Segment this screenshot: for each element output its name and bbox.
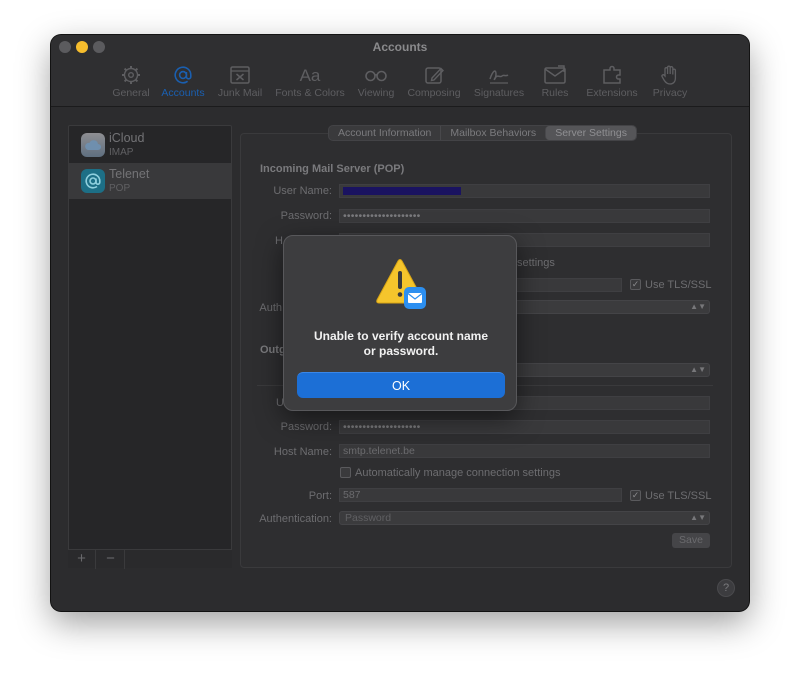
at-icon xyxy=(174,66,192,84)
toolbar-fonts-colors[interactable]: Aa Fonts & Colors xyxy=(272,64,348,104)
incoming-section-title: Incoming Mail Server (POP) xyxy=(260,163,405,175)
toolbar-accounts-label: Accounts xyxy=(161,87,205,99)
account-name: Telenet xyxy=(109,167,150,181)
toolbar-privacy[interactable]: Privacy xyxy=(648,64,692,104)
incoming-tls-label: Use TLS/SSL xyxy=(645,279,712,291)
accounts-sidebar: iCloud IMAP Telenet POP xyxy=(68,125,232,568)
toolbar-accounts[interactable]: Accounts xyxy=(158,64,208,104)
window-title: Accounts xyxy=(372,40,428,54)
outgoing-auto-manage-checkbox[interactable] xyxy=(340,467,351,478)
glasses-icon xyxy=(365,70,387,82)
incoming-auth-label: Auth xyxy=(259,302,282,314)
account-name: iCloud xyxy=(109,131,145,145)
junk-icon xyxy=(230,66,250,84)
outgoing-port-label: Port: xyxy=(308,490,332,502)
incoming-tls-checkbox[interactable]: ✓ xyxy=(630,279,641,290)
fonts-icon: Aa xyxy=(300,66,321,85)
incoming-password-field[interactable]: •••••••••••••••••••• xyxy=(339,209,710,223)
svg-text:Aa: Aa xyxy=(300,66,321,85)
outgoing-password-label: Password: xyxy=(280,421,332,433)
rules-icon xyxy=(544,65,566,84)
toolbar-viewing-label: Viewing xyxy=(357,87,395,99)
at-icon xyxy=(81,169,105,193)
outgoing-section-title: Outg xyxy=(260,344,286,356)
signature-icon xyxy=(489,70,509,84)
toolbar-privacy-label: Privacy xyxy=(652,87,688,99)
warning-mail-icon xyxy=(376,259,426,309)
outgoing-auto-manage-label: Automatically manage connection settings xyxy=(355,467,561,479)
incoming-auto-manage-label: settings xyxy=(517,257,555,269)
outgoing-password-field[interactable]: •••••••••••••••••••• xyxy=(339,420,710,434)
toolbar-extensions-label: Extensions xyxy=(586,87,638,99)
outgoing-host-field[interactable]: smtp.telenet.be xyxy=(339,444,710,458)
tab-account-information[interactable]: Account Information xyxy=(329,126,440,140)
help-button[interactable]: ? xyxy=(717,579,735,597)
outgoing-host-label: Host Name: xyxy=(273,446,332,458)
sidebar-account-icloud[interactable]: iCloud IMAP xyxy=(69,127,231,163)
alert-message-line-1: Unable to verify account name xyxy=(313,329,489,343)
error-alert-dialog: Unable to verify account name or passwor… xyxy=(283,235,517,411)
tab-server-settings[interactable]: Server Settings xyxy=(545,126,636,140)
sidebar-toolbar: + − xyxy=(68,549,232,569)
outgoing-user-name-label: U xyxy=(276,397,284,409)
incoming-user-name-label: User Name: xyxy=(273,185,332,197)
incoming-password-label: Password: xyxy=(280,210,332,222)
alert-message: Unable to verify account name or passwor… xyxy=(294,329,508,359)
account-type: IMAP xyxy=(109,147,134,158)
toolbar-composing[interactable]: Composing xyxy=(405,64,463,104)
account-type: POP xyxy=(109,183,131,194)
alert-message-line-2: or password. xyxy=(363,344,439,358)
outgoing-tls-checkbox[interactable]: ✓ xyxy=(630,490,641,501)
add-account-button[interactable]: + xyxy=(68,550,96,569)
tab-bar: Account Information Mailbox Behaviors Se… xyxy=(328,125,637,141)
outgoing-port-field[interactable]: 587 xyxy=(339,488,622,502)
toolbar-general[interactable]: General xyxy=(111,64,151,104)
titlebar: Accounts General Accounts Junk Mail Aa F… xyxy=(51,35,749,107)
remove-account-button[interactable]: − xyxy=(97,550,125,569)
cloud-icon xyxy=(81,133,105,157)
toolbar-extensions[interactable]: Extensions xyxy=(583,64,641,104)
gear-icon xyxy=(122,66,140,84)
compose-icon xyxy=(425,67,444,84)
outgoing-tls-label: Use TLS/SSL xyxy=(645,490,712,502)
hand-icon xyxy=(661,65,677,85)
chevron-updown-icon: ▲▼ xyxy=(690,302,706,311)
redacted-value xyxy=(343,187,461,195)
toolbar-signatures-label: Signatures xyxy=(473,87,525,99)
outgoing-auth-popup[interactable]: Password ▲▼ xyxy=(339,511,710,525)
toolbar-general-label: General xyxy=(112,87,150,99)
toolbar-composing-label: Composing xyxy=(407,87,461,99)
toolbar-viewing[interactable]: Viewing xyxy=(355,64,397,104)
toolbar-rules[interactable]: Rules xyxy=(535,64,575,104)
incoming-user-name-field[interactable] xyxy=(339,184,710,198)
save-button[interactable]: Save xyxy=(672,533,710,548)
toolbar-junk-mail[interactable]: Junk Mail xyxy=(215,64,265,104)
toolbar-rules-label: Rules xyxy=(541,87,569,99)
toolbar-signatures[interactable]: Signatures xyxy=(471,64,527,104)
toolbar-junk-mail-label: Junk Mail xyxy=(217,87,263,99)
tab-mailbox-behaviors[interactable]: Mailbox Behaviors xyxy=(440,126,545,140)
chevron-updown-icon: ▲▼ xyxy=(690,513,706,522)
ok-button[interactable]: OK xyxy=(297,372,505,398)
outgoing-auth-label: Authentication: xyxy=(259,513,332,525)
chevron-updown-icon: ▲▼ xyxy=(690,365,706,374)
toolbar-fonts-colors-label: Fonts & Colors xyxy=(275,87,345,99)
sidebar-account-telenet[interactable]: Telenet POP xyxy=(69,163,231,199)
extensions-icon xyxy=(603,65,621,84)
incoming-host-label: H xyxy=(275,235,283,247)
